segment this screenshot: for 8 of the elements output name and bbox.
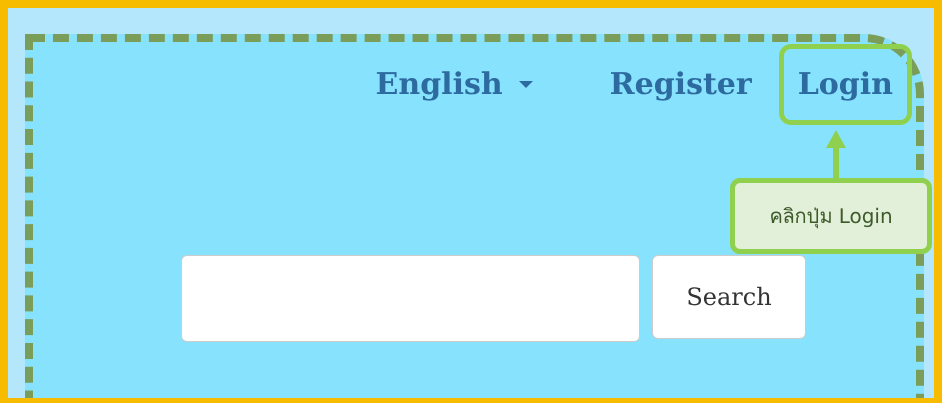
caret-icon (518, 80, 533, 88)
arrow-icon (824, 130, 848, 178)
callout-note: คลิกปุ่ม Login (730, 178, 932, 254)
language-dropdown[interactable]: English (376, 67, 533, 102)
nav-link[interactable]: Login (778, 44, 912, 125)
search-field[interactable] (181, 255, 640, 342)
search-button[interactable]: Search (652, 255, 806, 339)
nav-link[interactable]: Register (590, 44, 771, 125)
